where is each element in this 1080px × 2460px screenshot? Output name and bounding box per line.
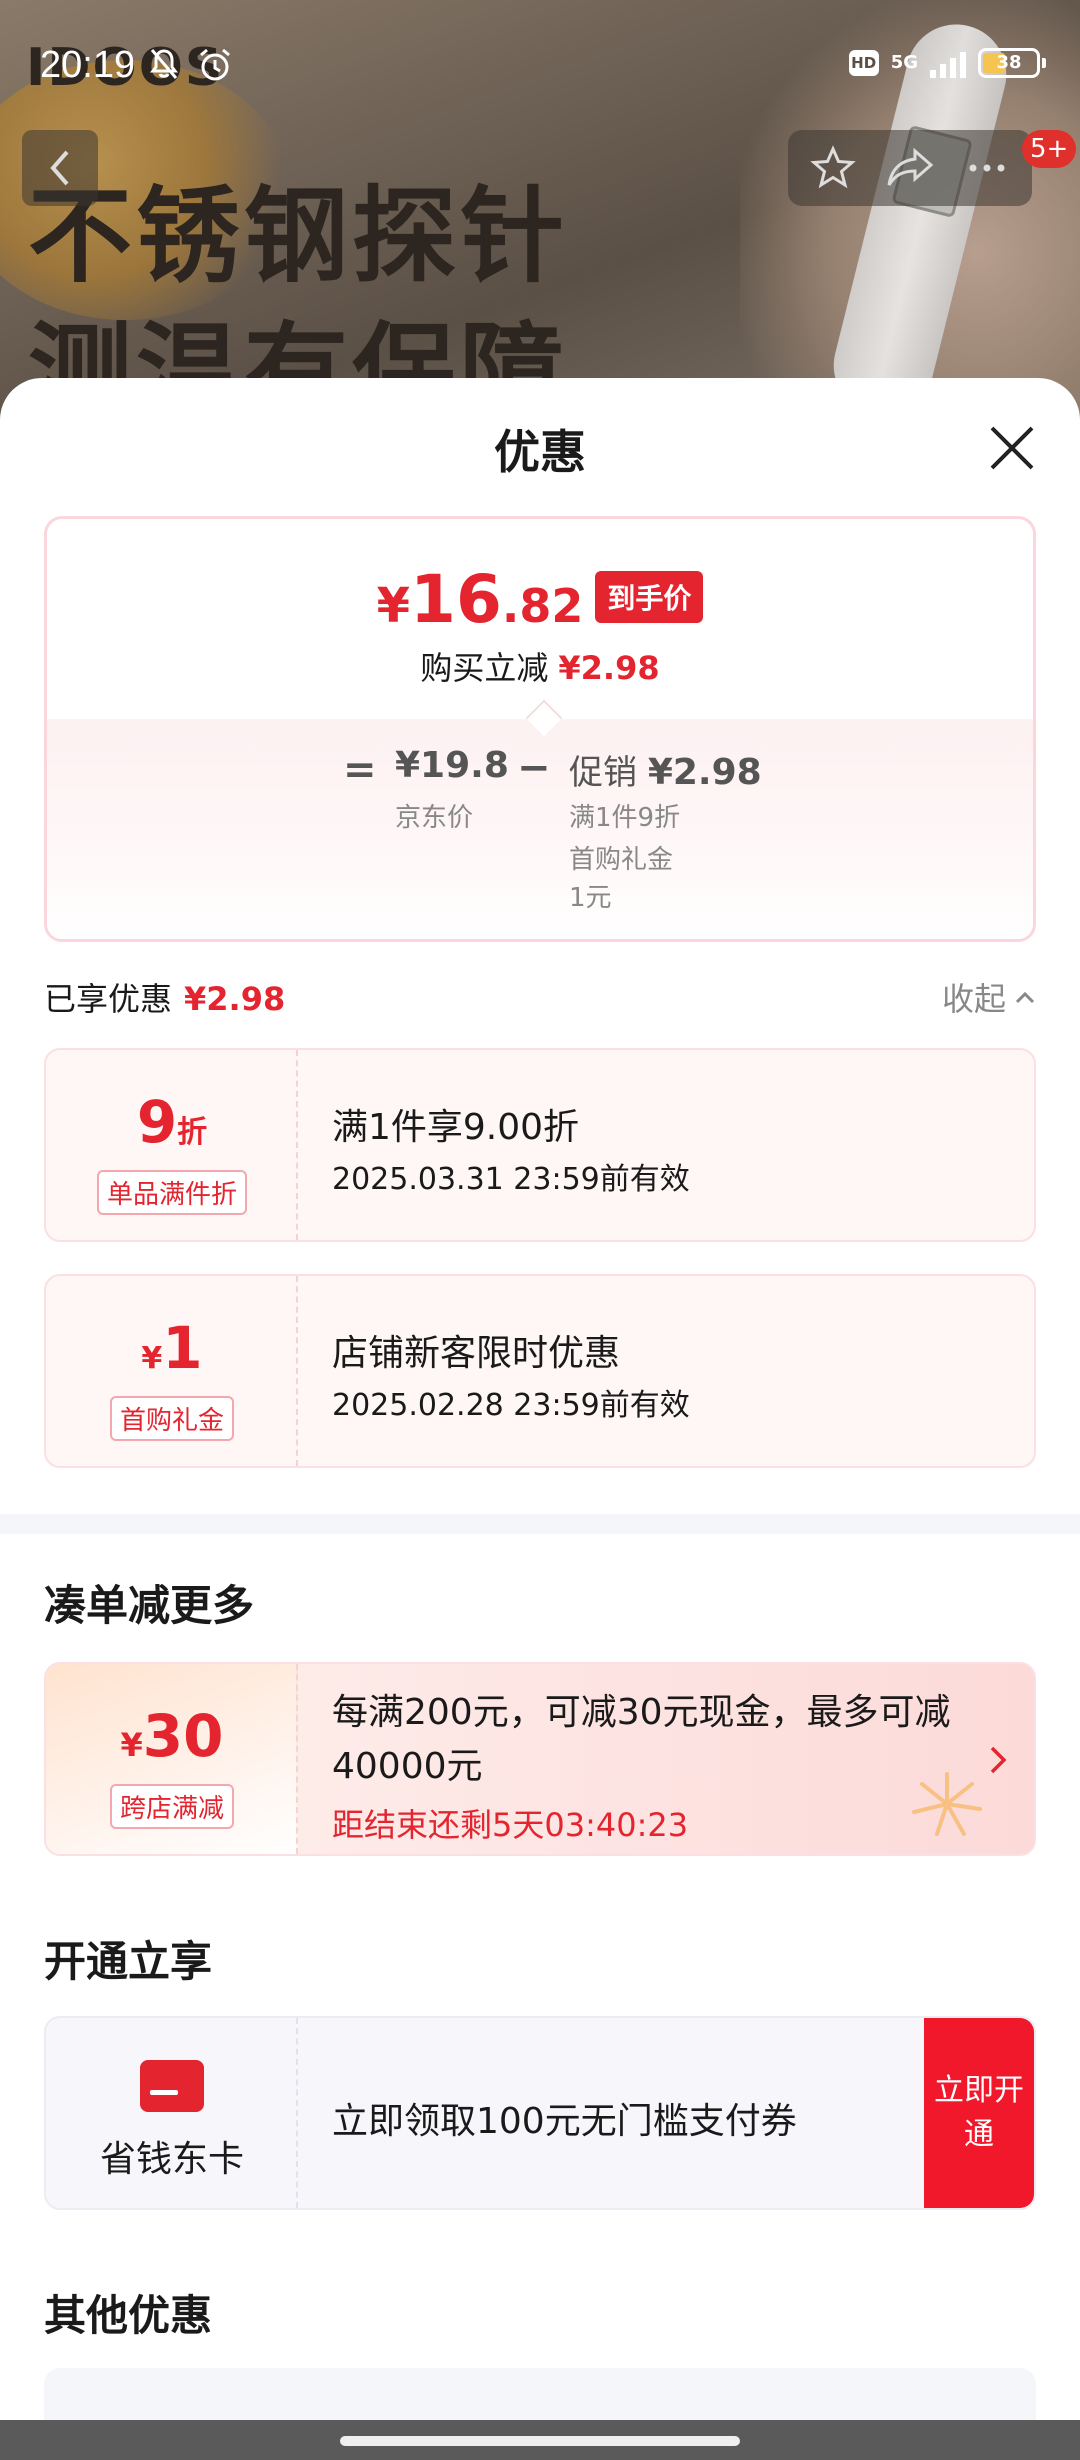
chevron-right-icon [990,1746,1007,1774]
coupon-amount: ¥1 [46,1314,298,1382]
coupon-amount: 9折 [46,1088,298,1156]
promo-label: 促销 [569,753,637,793]
jd-price: ¥19.8 [395,745,509,786]
message-badge: 5+ [1022,130,1077,168]
section-divider [0,1514,1080,1534]
promo-detail: 满1件9折 [569,803,681,833]
section-title-member: 开通立享 [44,1937,213,1986]
close-icon[interactable] [982,418,1042,478]
final-price-currency: ¥ [376,578,411,634]
price-breakdown-card: ¥16.82 到手价 购买立减 ¥2.98 = ¥19.8 京东价 − 促销 ¥2.… [44,516,1036,942]
chevron-left-icon [50,150,69,186]
coupon-card[interactable]: ¥1 首购礼金 店铺新客限时优惠 2025.02.28 23:59前有效 [44,1274,1036,1468]
cross-store-description: 每满200元，可减30元现金，最多可减40000元 [332,1692,951,1787]
status-right: HD 5G 38 [848,48,1046,78]
cross-store-type-label: 跨店满减 [109,1784,234,1829]
countdown-timer: 距结束还剩5天03:40:23 [332,1806,689,1844]
cross-store-currency: ¥ [120,1726,143,1764]
instant-discount-label: 购买立减 [420,649,549,687]
promo-value: ¥2.98 [647,752,762,793]
bell-muted-icon [150,49,178,79]
enjoyed-value: ¥2.98 [184,980,286,1018]
coupon-expiry: 2025.02.28 23:59前有效 [332,1388,690,1423]
member-name: 省钱东卡 [99,2139,244,2180]
instant-discount-value: ¥2.98 [558,649,660,687]
collapse-button[interactable]: 收起 [942,974,1036,1020]
share-icon[interactable] [885,145,935,191]
more-icon[interactable] [964,145,1010,191]
sheet-title: 优惠 [494,425,586,479]
final-price-int: 16 [410,561,502,638]
final-price-dec: .82 [501,579,584,633]
final-price-tag: 到手价 [595,571,704,623]
status-bar: 20:19 HD 5G 38 [0,0,1080,130]
back-button[interactable] [22,130,98,206]
jd-price-label: 京东价 [395,803,474,833]
cross-store-amount: ¥30 [46,1702,298,1770]
enjoyed-discount: 已享优惠 ¥2.98 [44,974,285,1020]
cross-store-amount-value: 30 [142,1702,224,1770]
activate-button[interactable]: 立即开通 [924,2018,1034,2208]
hd-icon: HD [848,50,879,76]
signal-icon [930,48,966,78]
member-card: 省钱东卡 立即领取100元无门槛支付券 立即开通 [44,2016,1036,2210]
coupon-type: 首购礼金 [46,1396,298,1441]
card-icon [140,2060,204,2112]
network-type: 5G [890,52,918,73]
cross-store-coupon[interactable]: ¥30 跨店满减 每满200元，可减30元现金，最多可减40000元 距结束还剩… [44,1662,1036,1856]
coupon-title: 满1件享9.00折 [332,1107,580,1148]
final-price: ¥16.82 到手价 [47,561,1033,638]
gift-value: 1元 [569,883,612,913]
section-title-more: 凑单减更多 [44,1581,255,1630]
section-title-other: 其他优惠 [44,2291,213,2340]
home-indicator[interactable] [340,2436,740,2446]
promo-amount: 促销 ¥2.98 [569,745,762,794]
coupon-type-label: 首购礼金 [109,1396,234,1441]
collapse-label: 收起 [941,980,1006,1018]
coupon-type-label: 单品满件折 [96,1170,247,1215]
coupon-expiry: 2025.03.31 23:59前有效 [332,1162,690,1197]
star-icon[interactable] [810,145,857,191]
chevron-up-icon [1015,991,1035,1004]
top-action-group [788,130,1032,206]
coupon-type: 单品满件折 [46,1170,298,1215]
coupon-card[interactable]: 9折 单品满件折 满1件享9.00折 2025.03.31 23:59前有效 [44,1048,1036,1242]
coupon-currency: ¥ [141,1341,163,1376]
cross-store-type: 跨店满减 [46,1784,298,1829]
instant-discount: 购买立减 ¥2.98 [47,643,1033,689]
alarm-icon [200,48,230,81]
equals-sign: = [343,747,377,793]
status-time: 20:19 [40,44,136,86]
enjoyed-label: 已享优惠 [44,980,173,1018]
coupon-amount-value: 1 [162,1314,203,1382]
battery-level: 38 [996,52,1022,73]
headline-line-1: 不锈钢探针 [28,175,569,297]
gift-label: 首购礼金 [569,845,674,875]
coupon-amount-value: 9 [136,1088,178,1156]
battery-icon: 38 [978,48,1046,78]
member-benefit: 立即领取100元无门槛支付券 [332,2101,797,2142]
gift-detail: 首购礼金 1元 [569,841,689,917]
discount-sheet: 优惠 ¥16.82 到手价 购买立减 ¥2.98 = ¥19.8 京东价 − 促销 … [0,378,1080,2460]
coupon-amount-unit: 折 [177,1115,208,1150]
coupon-title: 店铺新客限时优惠 [332,1333,621,1374]
minus-sign: − [517,745,551,791]
